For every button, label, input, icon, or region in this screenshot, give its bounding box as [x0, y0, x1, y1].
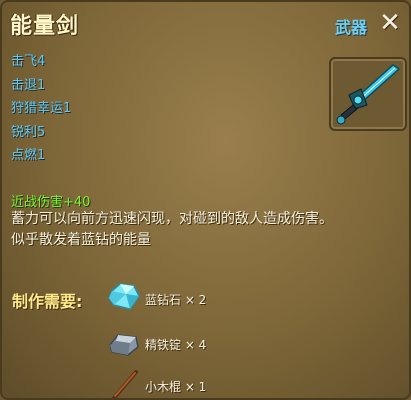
material-iron-ingot: 精铁锭 × 4: [145, 338, 207, 352]
close-icon: ✕: [379, 8, 401, 38]
blue-diamond-icon: [106, 281, 142, 313]
attribute-knockback: 击退1: [11, 77, 46, 93]
attribute-hunting-luck: 狩猎幸运1: [11, 101, 72, 116]
close-button[interactable]: ✕: [376, 8, 404, 38]
iron-ingot-icon: [106, 325, 142, 357]
crafting-requirements-label: 制作需要:: [12, 292, 83, 311]
item-category: 武器: [335, 18, 368, 37]
item-tooltip-panel: 能量剑 武器 ✕ 击飞4 击退1 狩猎幸运1 锐利5 点燃1 近战伤害+40 蓄…: [0, 0, 411, 400]
item-title: 能量剑: [10, 14, 80, 39]
wooden-stick-icon: [106, 368, 142, 398]
item-description: 蓄力可以向前方迅速闪现，对碰到的敌人造成伤害。似乎散发着蓝钻的能量: [11, 211, 333, 248]
energy-sword-icon: [336, 64, 401, 125]
material-wooden-stick: 小木棍 × 1: [145, 380, 207, 394]
melee-damage-stat: 近战伤害+40: [11, 195, 91, 210]
item-icon-frame: [329, 57, 407, 131]
material-blue-diamond: 蓝钻石 × 2: [145, 293, 207, 307]
attribute-knockup: 击飞4: [11, 54, 46, 69]
attribute-ignite: 点燃1: [11, 148, 46, 163]
attribute-sharpness: 锐利5: [11, 124, 46, 140]
attribute-list: 击飞4 击退1 狩猎幸运1 锐利5 点燃1: [11, 50, 71, 168]
